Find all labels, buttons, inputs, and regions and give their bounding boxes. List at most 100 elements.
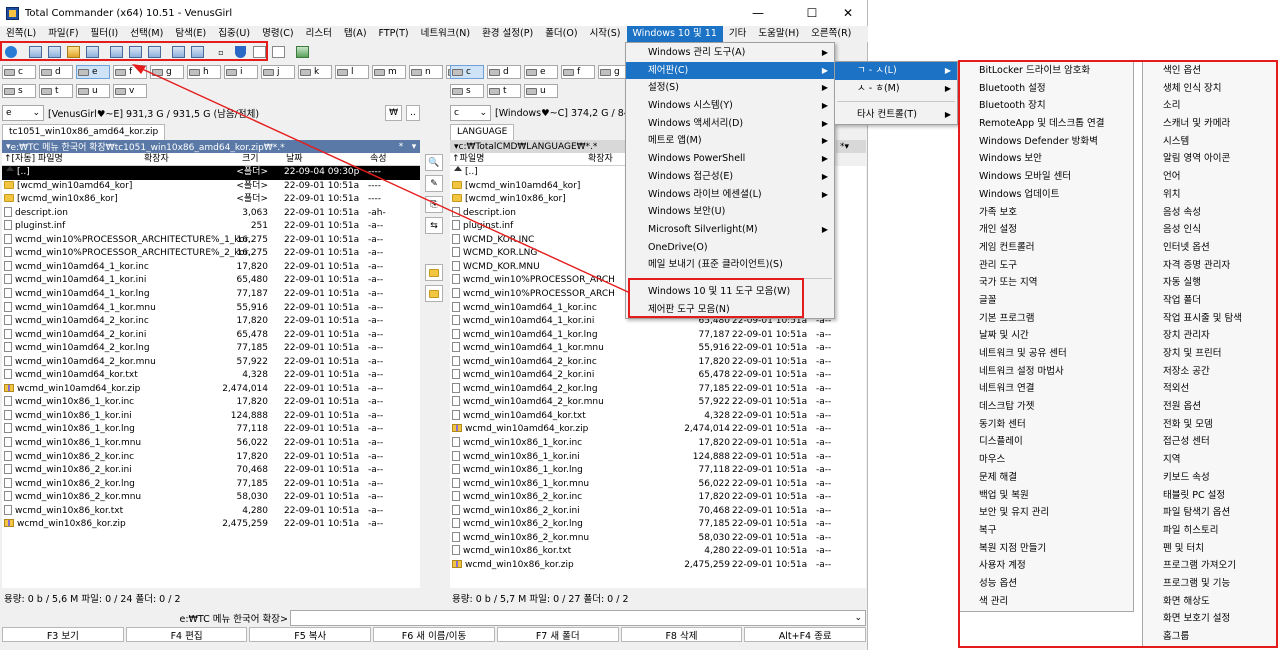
control-panel-item[interactable]: 네트워크 설정 마법사 xyxy=(959,363,1133,381)
control-panel-item[interactable]: 화면 해상도 xyxy=(1143,593,1277,611)
control-panel-item[interactable]: 위치 xyxy=(1143,186,1277,204)
drive-button-k[interactable]: k xyxy=(298,65,332,79)
win-menu-item-1[interactable]: 제어판(C) ▶ xyxy=(626,61,834,80)
drive-button-f[interactable]: f xyxy=(113,65,147,79)
control-panel-item[interactable]: 복구 xyxy=(959,522,1133,540)
control-panel-item[interactable]: 디스플레이 xyxy=(959,433,1133,451)
menu-item-12[interactable]: 폴더(O) xyxy=(539,26,583,42)
control-panel-item[interactable]: 홈그룹 xyxy=(1143,628,1277,646)
fkey-button-3[interactable]: F6 새 이름/이동 xyxy=(373,627,495,642)
right-drive-combo[interactable]: c ⌄ xyxy=(450,105,492,121)
file-row[interactable]: wcmd_win10x86_kor.txt 4,280 22-09-01 10:51… xyxy=(450,545,866,559)
left-path-star[interactable]: * xyxy=(394,142,408,152)
file-row[interactable]: wcmd_win10amd64_2_kor.lng 77,185 22-09-01 … xyxy=(2,342,420,356)
fkey-button-6[interactable]: Alt+F4 종료 xyxy=(744,627,867,642)
file-row[interactable]: wcmd_win10amd64_2_kor.mnu 57,922 22-09-01 … xyxy=(2,355,420,370)
file-row[interactable]: wcmd_win10x86_2_kor.mnu 58,030 22-09-01 10… xyxy=(2,491,420,505)
control-panel-item[interactable]: 색인 옵션 xyxy=(1143,62,1277,80)
ftp-connect-icon[interactable] xyxy=(169,44,187,61)
control-panel-item[interactable]: 데스크탑 가젯 xyxy=(959,398,1133,416)
drive-button-d[interactable]: d xyxy=(487,65,521,79)
control-panel-item[interactable]: 복원 지점 만들기 xyxy=(959,540,1133,558)
new-folder-plus-icon[interactable] xyxy=(425,285,443,302)
control-panel-item[interactable]: Bluetooth 설정 xyxy=(959,80,1133,98)
file-row[interactable]: wcmd_win10x86_1_kor.inc 17,820 22-09-01 10… xyxy=(2,396,420,410)
drive-button-t[interactable]: t xyxy=(487,84,521,98)
control-panel-item[interactable]: 색 관리 xyxy=(959,593,1133,611)
file-row[interactable]: wcmd_win10x86_1_kor.lng 77,118 22-09-01 10… xyxy=(2,423,420,437)
drive-button-m[interactable]: m xyxy=(372,65,406,79)
left-col-size[interactable]: 크기 xyxy=(242,153,259,166)
left-col-ext[interactable]: 확장자 xyxy=(144,153,169,166)
menu-item-17[interactable]: 오른쪽(R) xyxy=(805,26,857,42)
compare-dirs-icon[interactable] xyxy=(145,44,163,61)
drive-button-h[interactable]: h xyxy=(187,65,221,79)
win-menu-item-4[interactable]: Windows 액세서리(D) ▶ xyxy=(626,115,834,133)
control-panel-item[interactable]: 작업 표시줄 및 탐색 xyxy=(1143,310,1277,328)
drive-button-n[interactable]: n xyxy=(409,65,443,79)
control-panel-item[interactable]: 문제 해결 xyxy=(959,469,1133,487)
control-panel-icon[interactable] xyxy=(293,44,311,61)
control-panel-item[interactable]: 시스템 xyxy=(1143,133,1277,151)
win-menu-item-3[interactable]: Windows 시스템(Y) ▶ xyxy=(626,97,834,115)
shield-icon[interactable] xyxy=(231,44,249,61)
new-folder-icon[interactable] xyxy=(425,264,443,281)
drive-button-e[interactable]: e xyxy=(524,65,558,79)
menu-item-5[interactable]: 집중(U) xyxy=(212,26,256,42)
control-panel-item[interactable]: 언어 xyxy=(1143,168,1277,186)
control-panel-item[interactable]: 개인 설정 xyxy=(959,221,1133,239)
left-col-name[interactable]: ↑[자동] 파일명 xyxy=(4,153,63,166)
control-panel-item[interactable]: 마우스 xyxy=(959,451,1133,469)
fkey-button-0[interactable]: F3 보기 xyxy=(2,627,124,642)
control-panel-item[interactable]: 음성 인식 xyxy=(1143,221,1277,239)
file-row[interactable]: wcmd_win10amd64_2_kor.ini 65,478 22-09-01 … xyxy=(2,328,420,343)
control-panel-item[interactable]: 장치 관리자 xyxy=(1143,327,1277,345)
file-row[interactable]: wcmd_win10amd64_1_kor.lng 77,187 22-09-01 … xyxy=(2,287,420,302)
drive-button-j[interactable]: j xyxy=(261,65,295,79)
fkey-button-4[interactable]: F7 새 폴더 xyxy=(496,627,619,642)
file-row[interactable]: wcmd_win10amd64_1_kor.ini 65,480 22-09-01 … xyxy=(2,274,420,288)
file-row[interactable]: pluginst.inf 251 22-09-01 10:51a -a-- xyxy=(2,220,420,234)
drive-button-i[interactable]: i xyxy=(224,65,258,79)
control-panel-item[interactable]: 관리 도구 xyxy=(959,257,1133,275)
left-col-attr[interactable]: 속성 xyxy=(370,153,387,166)
control-panel-item[interactable]: 성능 옵션 xyxy=(959,575,1133,593)
control-panel-item[interactable]: 날짜 및 시간 xyxy=(959,327,1133,345)
menu-item-1[interactable]: 파일(F) xyxy=(42,26,84,42)
thumbnail-view-icon[interactable] xyxy=(83,44,101,61)
file-row[interactable]: wcmd_win10x86_1_kor.mnu 56,022 22-09-01 10… xyxy=(450,477,866,492)
tree-view-icon[interactable] xyxy=(64,44,82,61)
file-row[interactable]: wcmd_win10x86_1_kor.lng 77,118 22-09-01 10… xyxy=(450,464,866,478)
control-panel-item[interactable]: 파일 히스토리 xyxy=(1143,522,1277,540)
control-panel-item[interactable]: 보안 및 유지 관리 xyxy=(959,504,1133,522)
control-panel-item[interactable]: 동기화 센터 xyxy=(959,416,1133,434)
win-menu-item-5[interactable]: 메트로 앱(M) ▶ xyxy=(626,132,834,150)
file-row[interactable]: wcmd_win10x86_2_kor.inc 17,820 22-09-01 10… xyxy=(450,491,866,505)
file-row[interactable]: wcmd_win10x86_kor.zip 2,475,259 22-09-01 1… xyxy=(450,559,866,573)
file-row[interactable]: wcmd_win10amd64_2_kor.inc 17,820 22-09-01 … xyxy=(450,355,866,370)
control-panel-item[interactable]: 지역 xyxy=(1143,451,1277,469)
control-panel-item[interactable]: 자동 실행 xyxy=(1143,274,1277,292)
file-row[interactable]: wcmd_win10amd64_1_kor.lng 77,187 22-09-01 … xyxy=(450,328,866,343)
file-row[interactable]: wcmd_win10amd64_kor.txt 4,328 22-09-01 10:… xyxy=(2,369,420,383)
control-panel-item[interactable]: 화면 보호기 설정 xyxy=(1143,610,1277,628)
right-tab[interactable]: LANGUAGE xyxy=(450,124,515,140)
control-panel-item[interactable]: Windows 보안 xyxy=(959,150,1133,168)
win-menu-item-6[interactable]: Windows PowerShell ▶ xyxy=(626,150,834,168)
control-panel-item[interactable]: BitLocker 드라이브 암호화 xyxy=(959,62,1133,80)
network-icon[interactable] xyxy=(188,44,206,61)
file-row[interactable]: wcmd_win10x86_1_kor.ini 124,888 22-09-01 1… xyxy=(2,409,420,424)
blank-doc-icon[interactable] xyxy=(250,44,268,61)
file-row[interactable]: wcmd_win10amd64_2_kor.lng 77,185 22-09-01 … xyxy=(450,382,866,397)
file-row[interactable]: wcmd_win10amd64_1_kor.inc 17,820 22-09-01 … xyxy=(2,260,420,275)
menu-item-8[interactable]: 탭(A) xyxy=(338,26,373,42)
win-menu-item-2[interactable]: 설정(S) ▶ xyxy=(626,79,834,97)
menu-item-9[interactable]: FTP(T) xyxy=(373,26,415,42)
cp-submenu-item-0[interactable]: ㄱ - ㅅ(L) ▶ xyxy=(835,62,957,80)
menu-item-0[interactable]: 왼쪽(L) xyxy=(0,26,42,42)
unpack-files-icon[interactable] xyxy=(126,44,144,61)
control-panel-item[interactable]: Windows Defender 방화벽 xyxy=(959,133,1133,151)
fkey-button-2[interactable]: F5 복사 xyxy=(249,627,372,642)
left-up-button[interactable]: .. xyxy=(406,105,420,121)
cp-submenu-item-1[interactable]: ㅅ - ㅎ(M) ▶ xyxy=(835,80,957,98)
